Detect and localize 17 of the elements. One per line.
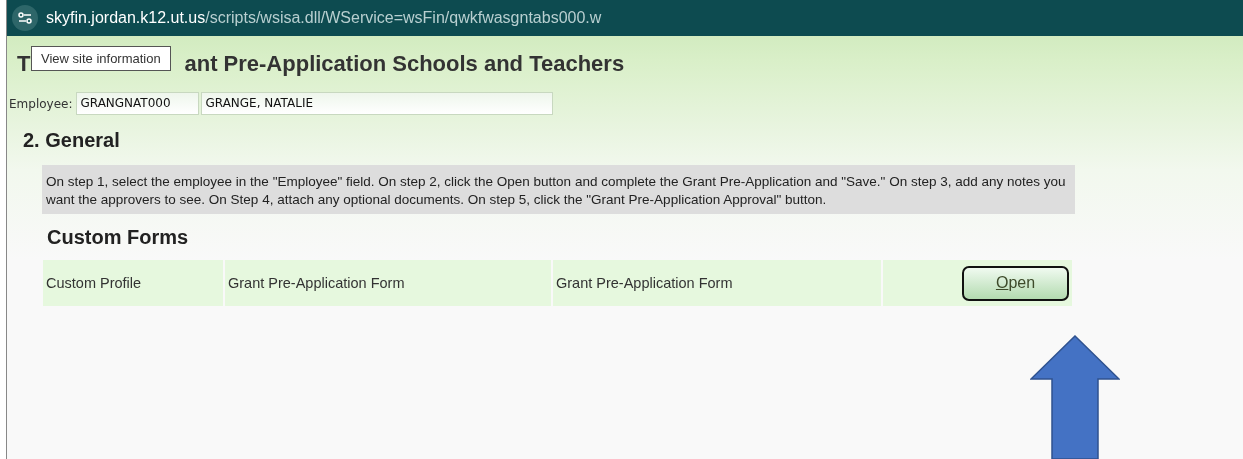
table-cell: Custom Profile (43, 260, 223, 306)
tooltip: View site information (31, 46, 171, 71)
table-cell: Grant Pre-Application Form (553, 260, 881, 306)
employee-id-field[interactable]: GRANGNAT000 (76, 92, 200, 115)
page-title: T (17, 51, 31, 78)
page-title: ant Pre-Application Schools and Teachers (184, 51, 625, 78)
tune-icon (17, 10, 33, 26)
field-label: Employee: (9, 96, 73, 111)
url-text: skyfin.jordan.k12.ut.us/scripts/wsisa.dll/WService=wsFin/qwkfwasgntabs000.w (46, 9, 602, 27)
site-info-button[interactable] (12, 5, 38, 31)
table-cell: Grant Pre-Application Form (225, 260, 551, 306)
address-bar[interactable]: skyfin.jordan.k12.ut.us/scripts/wsisa.dll/WService=wsFin/qwkfwasgntabs000.w (7, 0, 1243, 36)
section-heading: 2. General (22, 128, 121, 153)
instructions-text: On step 1, select the employee in the "Employee" field. On step 2, click the Open button and complete the Grant Pre-Application and "Save." On step 3, add any notes you want the approvers to see. On Step 4, attach any optional documents. On step 5, click the "Grant Pre-Application Approval" button. (42, 165, 1075, 214)
open-button[interactable]: Open (962, 265, 1069, 301)
section-heading: Custom Forms (46, 225, 190, 250)
employee-name-field[interactable]: GRANGE, NATALIE (201, 92, 554, 115)
